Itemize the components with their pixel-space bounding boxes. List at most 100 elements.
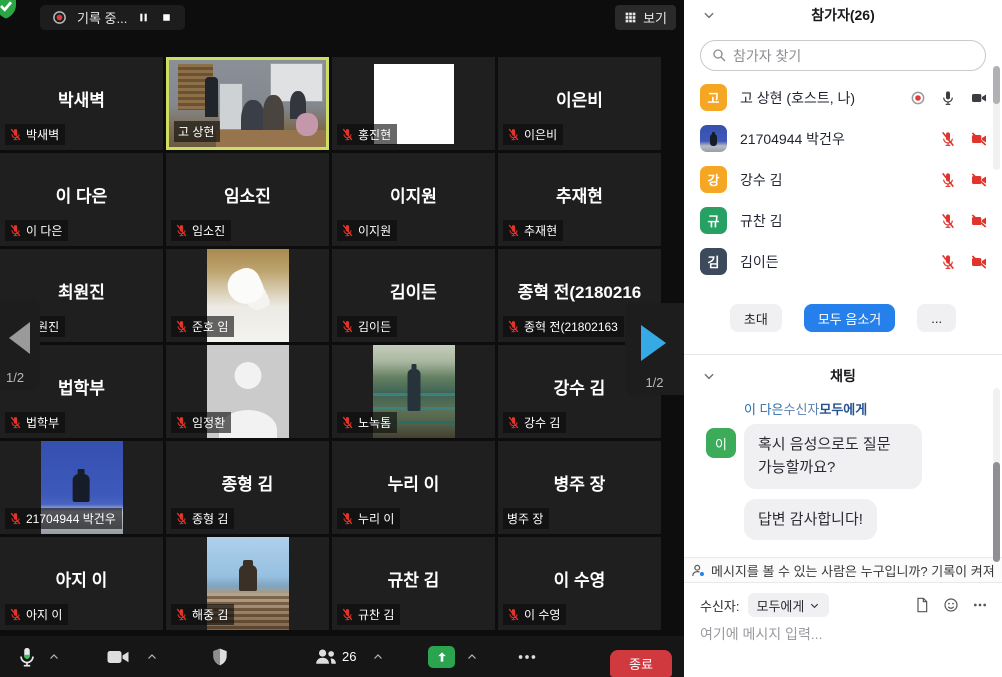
pause-recording-button[interactable] bbox=[137, 11, 150, 24]
emoji-icon[interactable] bbox=[943, 597, 959, 613]
avatar: 강 bbox=[700, 166, 727, 193]
tile-name-tag: 홍진현 bbox=[337, 124, 397, 145]
video-tile[interactable]: 이지원 이지원 bbox=[332, 153, 495, 246]
tile-name-text: 병주 장 bbox=[507, 510, 543, 527]
camera-off-icon[interactable] bbox=[970, 254, 988, 270]
mic-off-icon[interactable] bbox=[940, 254, 956, 270]
end-meeting-button[interactable]: 종료 bbox=[610, 650, 672, 677]
view-button[interactable]: 보기 bbox=[615, 5, 676, 30]
video-tile[interactable]: 임소진 임소진 bbox=[166, 153, 329, 246]
invite-button[interactable]: 초대 bbox=[730, 304, 782, 332]
participant-row[interactable]: 김 김이든 bbox=[684, 241, 1002, 282]
video-tile[interactable]: 이은비 이은비 bbox=[498, 57, 661, 150]
participants-scrollbar[interactable] bbox=[993, 66, 1000, 170]
avatar: 규 bbox=[700, 207, 727, 234]
share-screen-icon bbox=[428, 646, 455, 668]
gallery-prev-page-button[interactable]: 1/2 bbox=[0, 300, 40, 390]
video-tile[interactable]: 준호 임 bbox=[166, 249, 329, 342]
chat-title: 채팅 bbox=[830, 366, 856, 386]
security-button[interactable] bbox=[210, 636, 230, 677]
video-tile[interactable]: 아지 이 아지 이 bbox=[0, 537, 163, 630]
video-tile[interactable]: 박새벽 박새벽 bbox=[0, 57, 163, 150]
video-gallery-grid: 박새벽 박새벽 고 상현 홍진현 bbox=[0, 57, 661, 630]
recipient-value: 모두에게 bbox=[757, 596, 805, 615]
video-tile[interactable]: 노녹톰 bbox=[332, 345, 495, 438]
recording-dot-icon bbox=[52, 10, 67, 25]
chat-messages: 이 다은수신자모두에게 이 혹시 음성으로도 질문 가능할까요? 답변 감사합니… bbox=[684, 391, 1002, 557]
tile-name-text: 해중 김 bbox=[192, 606, 228, 623]
chat-privacy-notice[interactable]: 메시지를 볼 수 있는 사람은 누구입니까? 기록이 켜져 bbox=[684, 557, 1002, 583]
collapse-participants-chevron[interactable] bbox=[702, 8, 716, 22]
chat-more-icon[interactable] bbox=[972, 597, 988, 613]
video-tile[interactable]: 추재현 추재현 bbox=[498, 153, 661, 246]
video-tile[interactable]: 21704944 박건우 bbox=[0, 441, 163, 534]
chat-scrollbar[interactable] bbox=[993, 388, 1000, 562]
video-tile[interactable]: 규찬 김 규찬 김 bbox=[332, 537, 495, 630]
mic-icon[interactable] bbox=[940, 90, 956, 106]
video-options-chevron[interactable] bbox=[146, 636, 158, 677]
mute-button[interactable] bbox=[16, 636, 38, 677]
recipient-dropdown[interactable]: 모두에게 bbox=[748, 593, 830, 617]
share-options-chevron[interactable] bbox=[466, 636, 478, 677]
search-icon bbox=[711, 47, 727, 63]
mic-off-icon bbox=[341, 320, 354, 333]
mic-off-icon bbox=[9, 128, 22, 141]
tile-name-tag: 임소진 bbox=[171, 220, 231, 241]
gallery-next-page-button[interactable]: 1/2 bbox=[625, 303, 684, 395]
more-button[interactable] bbox=[516, 636, 538, 677]
video-tile[interactable]: 이 다은 이 다은 bbox=[0, 153, 163, 246]
video-tile[interactable]: 누리 이 누리 이 bbox=[332, 441, 495, 534]
participants-more-button[interactable]: ... bbox=[917, 304, 956, 332]
camera-off-icon[interactable] bbox=[970, 213, 988, 229]
video-tile[interactable]: 해중 김 bbox=[166, 537, 329, 630]
mic-off-icon[interactable] bbox=[940, 213, 956, 229]
chevron-up-icon bbox=[466, 651, 478, 663]
participants-button[interactable]: 26 bbox=[314, 636, 356, 677]
participant-row[interactable]: 규 규찬 김 bbox=[684, 200, 1002, 241]
participant-name: 강수 김 bbox=[740, 170, 940, 190]
mic-off-icon[interactable] bbox=[940, 172, 956, 188]
video-tile[interactable]: 병주 장 병주 장 bbox=[498, 441, 661, 534]
camera-icon[interactable] bbox=[970, 90, 988, 106]
participant-row[interactable]: 고 고 상현 (호스트, 나) bbox=[684, 77, 1002, 118]
participants-options-chevron[interactable] bbox=[372, 636, 384, 677]
video-tile[interactable]: 임정환 bbox=[166, 345, 329, 438]
tile-name-tag: 이 다은 bbox=[5, 220, 68, 241]
chat-sender-name[interactable]: 이 다은 bbox=[744, 402, 784, 417]
person-info-icon bbox=[691, 563, 706, 578]
audio-options-chevron[interactable] bbox=[48, 636, 60, 677]
tile-name-text: 추재현 bbox=[524, 222, 557, 239]
tile-name-tag: 이은비 bbox=[503, 124, 563, 145]
share-screen-button[interactable] bbox=[428, 636, 455, 677]
mute-all-button[interactable]: 모두 음소거 bbox=[804, 304, 895, 332]
participant-row[interactable]: 강 강수 김 bbox=[684, 159, 1002, 200]
participant-row[interactable]: 21704944 박건우 bbox=[684, 118, 1002, 159]
video-button[interactable] bbox=[106, 636, 130, 677]
search-input[interactable] bbox=[700, 40, 986, 71]
tile-name-text: 임소진 bbox=[192, 222, 225, 239]
video-tile[interactable]: 김이든 김이든 bbox=[332, 249, 495, 342]
chat-recipient[interactable]: 모두에게 bbox=[819, 402, 867, 417]
camera-off-icon[interactable] bbox=[970, 131, 988, 147]
mic-off-icon[interactable] bbox=[940, 131, 956, 147]
stop-recording-button[interactable] bbox=[160, 11, 173, 24]
tile-name-tag: 법학부 bbox=[5, 412, 65, 433]
file-attach-icon[interactable] bbox=[914, 597, 930, 613]
video-tile[interactable]: 종형 김 종형 김 bbox=[166, 441, 329, 534]
video-tile[interactable]: 이 수영 이 수영 bbox=[498, 537, 661, 630]
video-tile[interactable]: 홍진현 bbox=[332, 57, 495, 150]
tile-name-text: 종형 김 bbox=[192, 510, 228, 527]
chat-message-bubble: 답변 감사합니다! bbox=[744, 499, 877, 540]
encryption-shield-icon[interactable] bbox=[0, 0, 21, 21]
collapse-chat-chevron[interactable] bbox=[702, 369, 716, 383]
video-tile-active-speaker[interactable]: 고 상현 bbox=[166, 57, 329, 150]
tile-name-text: 김이든 bbox=[358, 318, 391, 335]
participants-actions: 초대 모두 음소거 ... bbox=[684, 304, 1002, 332]
tile-name-tag: 김이든 bbox=[337, 316, 397, 337]
tile-name-text: 법학부 bbox=[26, 414, 59, 431]
participant-name: 김이든 bbox=[740, 252, 940, 272]
camera-off-icon[interactable] bbox=[970, 172, 988, 188]
tile-name-text: 이 다은 bbox=[26, 222, 62, 239]
tile-name-text: 이 수영 bbox=[524, 606, 560, 623]
chat-message-input[interactable] bbox=[700, 626, 988, 642]
